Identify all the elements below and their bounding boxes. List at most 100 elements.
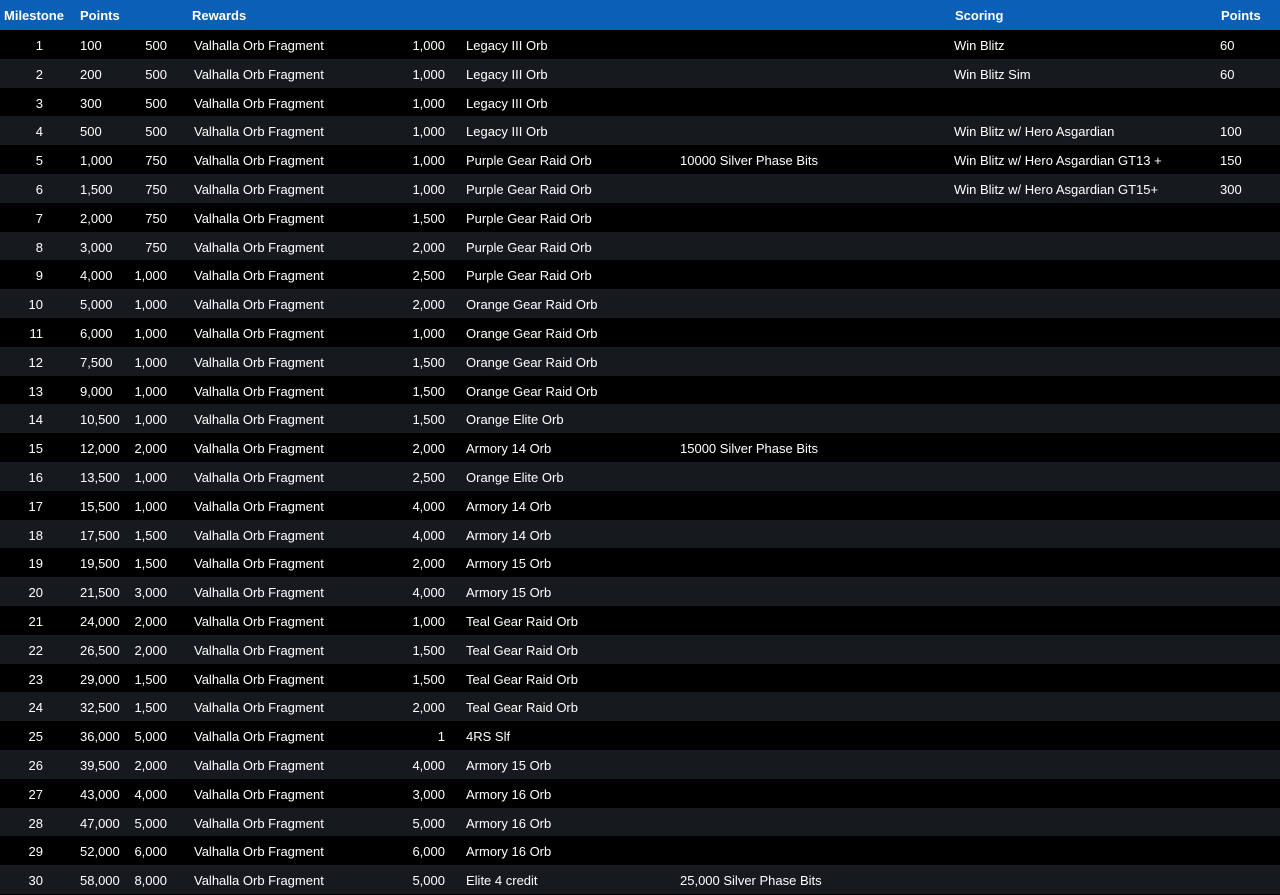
table-row: 16 13,500 1,000 Valhalla Orb Fragment 2,500 O… — [0, 461, 1280, 491]
reward-2-qty-cell: 2,000 — [412, 556, 445, 572]
reward-2-name-cell: Elite 4 credit — [466, 873, 538, 889]
reward-1-name-cell: Valhalla Orb Fragment — [194, 95, 324, 111]
table-row: 1 100 500 Valhalla Orb Fragment 1,000 Legacy … — [0, 30, 1280, 59]
reward-2-name-cell: Teal Gear Raid Orb — [466, 700, 578, 716]
reward-2-qty-cell: 1 — [437, 729, 445, 745]
points-cell: 1,000 — [80, 153, 113, 169]
reward-1-qty-cell: 5,000 — [134, 729, 167, 745]
points-cell: 15,500 — [80, 498, 120, 514]
reward-1-qty-cell: 1,500 — [134, 671, 167, 687]
table-row: 25 36,000 5,000 Valhalla Orb Fragment 1 4RS S… — [0, 721, 1280, 750]
reward-1-qty-cell: 750 — [145, 153, 167, 169]
reward-1-name-cell: Valhalla Orb Fragment — [194, 815, 324, 831]
reward-1-qty-cell: 500 — [145, 95, 167, 111]
reward-3-cell: 15000 Silver Phase Bits — [680, 441, 819, 457]
table-row: 8 3,000 750 Valhalla Orb Fragment 2,000 Purpl… — [0, 231, 1280, 261]
milestone-cell: 19 — [28, 556, 43, 572]
reward-1-qty-cell: 6,000 — [134, 844, 167, 860]
reward-2-name-cell: Purple Gear Raid Orb — [466, 181, 592, 197]
reward-1-name-cell: Valhalla Orb Fragment — [194, 527, 324, 543]
table-row: 20 21,500 3,000 Valhalla Orb Fragment 4,000 A… — [0, 577, 1280, 606]
reward-2-name-cell: Orange Gear Raid Orb — [466, 354, 598, 370]
reward-2-name-cell: Orange Elite Orb — [466, 412, 564, 428]
reward-1-qty-cell: 1,500 — [134, 556, 167, 572]
milestone-cell: 5 — [35, 153, 43, 169]
reward-2-name-cell: 4RS Slf — [466, 729, 511, 745]
reward-1-name-cell: Valhalla Orb Fragment — [194, 441, 324, 457]
reward-2-qty-cell: 1,500 — [412, 642, 445, 658]
reward-2-qty-cell: 5,000 — [412, 873, 445, 889]
reward-1-name-cell: Valhalla Orb Fragment — [194, 412, 324, 428]
reward-1-name-cell: Valhalla Orb Fragment — [194, 786, 324, 802]
table-row: 26 39,500 2,000 Valhalla Orb Fragment 4,000 A… — [0, 749, 1280, 779]
reward-2-name-cell: Armory 16 Orb — [466, 815, 552, 831]
scoring-points-cell: 60 — [1220, 66, 1235, 82]
reward-2-qty-cell: 2,000 — [412, 700, 445, 716]
reward-2-name-cell: Orange Gear Raid Orb — [466, 383, 598, 399]
table-row: 9 4,000 1,000 Valhalla Orb Fragment 2,500 Pur… — [0, 260, 1280, 290]
reward-2-name-cell: Legacy III Orb — [466, 66, 548, 82]
reward-1-name-cell: Valhalla Orb Fragment — [194, 383, 324, 399]
reward-2-qty-cell: 1,000 — [412, 38, 445, 53]
reward-2-name-cell: Purple Gear Raid Orb — [466, 268, 592, 284]
points-cell: 36,000 — [80, 729, 120, 745]
milestone-cell: 15 — [28, 441, 43, 457]
points-cell: 26,500 — [80, 642, 120, 658]
milestone-cell: 6 — [35, 181, 43, 197]
reward-1-qty-cell: 750 — [145, 210, 167, 226]
milestone-cell: 13 — [28, 383, 43, 399]
table-row: 3 300 500 Valhalla Orb Fragment 1,000 Legacy … — [0, 87, 1280, 117]
points-cell: 24,000 — [80, 613, 120, 629]
reward-2-qty-cell: 4,000 — [412, 527, 445, 543]
table-row: 27 43,000 4,000 Valhalla Orb Fragment 3,000 A… — [0, 778, 1280, 808]
reward-2-name-cell: Orange Elite Orb — [466, 469, 564, 485]
reward-2-name-cell: Purple Gear Raid Orb — [466, 210, 592, 226]
points-cell: 52,000 — [80, 844, 120, 860]
reward-2-name-cell: Teal Gear Raid Orb — [466, 642, 578, 658]
reward-2-name-cell: Orange Gear Raid Orb — [466, 325, 598, 341]
reward-1-name-cell: Valhalla Orb Fragment — [194, 700, 324, 716]
table-row: 11 6,000 1,000 Valhalla Orb Fragment 1,000 Or… — [0, 317, 1280, 347]
milestone-cell: 30 — [28, 873, 43, 889]
reward-2-qty-cell: 2,500 — [412, 469, 445, 485]
reward-1-qty-cell: 5,000 — [134, 815, 167, 831]
reward-2-qty-cell: 1,500 — [412, 383, 445, 399]
milestone-cell: 24 — [28, 700, 43, 716]
scoring-points-cell: 60 — [1220, 38, 1235, 53]
milestone-cell: 21 — [28, 613, 43, 629]
reward-1-name-cell: Valhalla Orb Fragment — [194, 613, 324, 629]
reward-1-name-cell: Valhalla Orb Fragment — [194, 153, 324, 169]
reward-2-qty-cell: 1,500 — [412, 210, 445, 226]
reward-1-qty-cell: 2,000 — [134, 613, 167, 629]
reward-2-qty-cell: 2,000 — [412, 297, 445, 313]
scoring-points-cell: 300 — [1220, 181, 1242, 197]
reward-2-name-cell: Armory 16 Orb — [466, 786, 552, 802]
reward-2-qty-cell: 1,000 — [412, 181, 445, 197]
table-row: 5 1,000 750 Valhalla Orb Fragment 1,000 Purpl… — [0, 145, 1280, 174]
reward-2-name-cell: Armory 15 Orb — [466, 556, 552, 572]
reward-1-qty-cell: 1,500 — [134, 700, 167, 716]
points-cell: 10,500 — [80, 412, 120, 428]
reward-1-name-cell: Valhalla Orb Fragment — [194, 556, 324, 572]
scoring-cell: Win Blitz w/ Hero Asgardian — [954, 124, 1115, 140]
header-scoring-points: Points — [1221, 8, 1261, 23]
table-row: 30 58,000 8,000 Valhalla Orb Fragment 5,000 E… — [0, 865, 1280, 894]
points-cell: 4,000 — [80, 268, 113, 284]
points-cell: 3,000 — [80, 239, 113, 255]
points-cell: 9,000 — [80, 383, 113, 399]
milestone-cell: 7 — [35, 210, 43, 226]
milestone-cell: 11 — [29, 325, 44, 341]
reward-2-name-cell: Teal Gear Raid Orb — [466, 613, 578, 629]
points-cell: 6,000 — [80, 325, 113, 341]
points-cell: 39,500 — [80, 757, 120, 773]
milestone-cell: 10 — [28, 297, 43, 313]
reward-1-qty-cell: 4,000 — [134, 786, 167, 802]
reward-1-name-cell: Valhalla Orb Fragment — [194, 66, 324, 82]
scoring-cell: Win Blitz w/ Hero Asgardian GT15+ — [954, 181, 1159, 197]
reward-2-qty-cell: 1,000 — [412, 95, 445, 111]
reward-1-name-cell: Valhalla Orb Fragment — [194, 498, 324, 514]
reward-1-name-cell: Valhalla Orb Fragment — [194, 38, 324, 53]
reward-2-name-cell: Armory 14 Orb — [466, 441, 552, 457]
reward-2-qty-cell: 2,500 — [412, 268, 445, 284]
table-row: 15 12,000 2,000 Valhalla Orb Fragment 2,000 A… — [0, 433, 1280, 462]
